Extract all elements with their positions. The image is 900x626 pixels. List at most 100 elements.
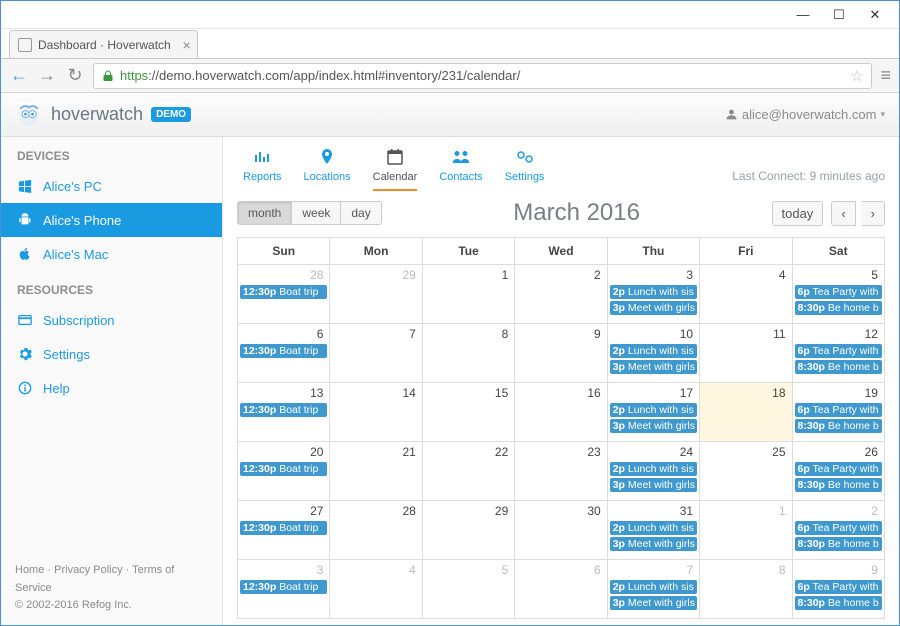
window-maximize[interactable]: ☐ [821, 4, 857, 26]
next-button[interactable]: › [862, 201, 885, 226]
calendar-event[interactable]: 12:30p Boat trip [240, 462, 327, 476]
sidebar-item-alices-pc[interactable]: Alice's PC [1, 169, 222, 203]
calendar-event[interactable]: 2p Lunch with sis [610, 521, 697, 535]
footer-link-home[interactable]: Home [15, 564, 44, 576]
calendar-cell[interactable]: 312p Lunch with sis3p Meet with girls [607, 501, 699, 560]
calendar-cell[interactable]: 9 [514, 324, 606, 383]
calendar-event[interactable]: 2p Lunch with sis [610, 344, 697, 358]
calendar-event[interactable]: 8:30p Be home b [795, 419, 882, 433]
calendar-cell[interactable]: 21 [329, 442, 421, 501]
calendar-cell[interactable]: 2812:30p Boat trip [238, 265, 329, 324]
calendar-cell[interactable]: 2 [514, 265, 606, 324]
calendar-cell[interactable]: 14 [329, 383, 421, 442]
calendar-event[interactable]: 2p Lunch with sis [610, 285, 697, 299]
calendar-cell[interactable]: 2012:30p Boat trip [238, 442, 329, 501]
calendar-cell[interactable]: 312:30p Boat trip [238, 560, 329, 619]
user-menu[interactable]: alice@hoverwatch.com ▾ [725, 107, 885, 122]
calendar-cell[interactable]: 72p Lunch with sis3p Meet with girls [607, 560, 699, 619]
calendar-cell[interactable]: 26p Tea Party with8:30p Be home b [792, 501, 884, 560]
calendar-cell[interactable]: 1 [422, 265, 514, 324]
view-day-button[interactable]: day [341, 201, 381, 225]
calendar-cell[interactable]: 28 [329, 501, 421, 560]
calendar-event[interactable]: 8:30p Be home b [795, 360, 882, 374]
calendar-event[interactable]: 2p Lunch with sis [610, 580, 697, 594]
calendar-cell[interactable]: 4 [329, 560, 421, 619]
calendar-cell[interactable]: 7 [329, 324, 421, 383]
sidebar-item-settings[interactable]: Settings [1, 337, 222, 371]
browser-tab[interactable]: Dashboard · Hoverwatch × [9, 30, 198, 58]
calendar-event[interactable]: 8:30p Be home b [795, 537, 882, 551]
footer-link-privacy[interactable]: Privacy Policy [54, 564, 122, 576]
browser-back-button[interactable]: ← [9, 65, 29, 86]
calendar-event[interactable]: 12:30p Boat trip [240, 344, 327, 358]
calendar-event[interactable]: 6p Tea Party with [795, 344, 882, 358]
calendar-cell[interactable]: 22 [422, 442, 514, 501]
calendar-event[interactable]: 12:30p Boat trip [240, 580, 327, 594]
browser-reload-button[interactable]: ↻ [65, 65, 85, 86]
calendar-event[interactable]: 8:30p Be home b [795, 301, 882, 315]
calendar-event[interactable]: 3p Meet with girls [610, 596, 697, 610]
calendar-cell[interactable]: 11 [699, 324, 791, 383]
view-week-button[interactable]: week [292, 201, 341, 225]
calendar-cell[interactable]: 15 [422, 383, 514, 442]
calendar-cell[interactable]: 32p Lunch with sis3p Meet with girls [607, 265, 699, 324]
prev-button[interactable]: ‹ [831, 201, 855, 226]
calendar-cell[interactable]: 23 [514, 442, 606, 501]
calendar-event[interactable]: 12:30p Boat trip [240, 403, 327, 417]
calendar-cell[interactable]: 96p Tea Party with8:30p Be home b [792, 560, 884, 619]
calendar-cell[interactable]: 126p Tea Party with8:30p Be home b [792, 324, 884, 383]
calendar-event[interactable]: 3p Meet with girls [610, 537, 697, 551]
sidebar-item-alices-phone[interactable]: Alice's Phone [1, 203, 222, 237]
calendar-event[interactable]: 2p Lunch with sis [610, 462, 697, 476]
address-bar[interactable]: https://demo.hoverwatch.com/app/index.ht… [93, 63, 872, 89]
calendar-cell[interactable]: 56p Tea Party with8:30p Be home b [792, 265, 884, 324]
calendar-event[interactable]: 8:30p Be home b [795, 478, 882, 492]
today-button[interactable]: today [772, 201, 824, 226]
calendar-event[interactable]: 3p Meet with girls [610, 478, 697, 492]
window-close[interactable]: ✕ [857, 4, 893, 26]
calendar-cell[interactable]: 16 [514, 383, 606, 442]
calendar-cell[interactable]: 196p Tea Party with8:30p Be home b [792, 383, 884, 442]
tab-settings[interactable]: Settings [505, 147, 545, 191]
calendar-cell[interactable]: 29 [329, 265, 421, 324]
calendar-cell[interactable]: 1312:30p Boat trip [238, 383, 329, 442]
calendar-event[interactable]: 6p Tea Party with [795, 521, 882, 535]
browser-menu-button[interactable]: ≡ [880, 65, 891, 86]
calendar-cell[interactable]: 5 [422, 560, 514, 619]
calendar-cell[interactable]: 172p Lunch with sis3p Meet with girls [607, 383, 699, 442]
calendar-cell[interactable]: 6 [514, 560, 606, 619]
calendar-event[interactable]: 6p Tea Party with [795, 403, 882, 417]
calendar-cell[interactable]: 4 [699, 265, 791, 324]
calendar-cell[interactable]: 8 [699, 560, 791, 619]
tab-contacts[interactable]: Contacts [439, 147, 482, 191]
calendar-event[interactable]: 8:30p Be home b [795, 596, 882, 610]
sidebar-item-alices-mac[interactable]: Alice's Mac [1, 237, 222, 271]
calendar-cell[interactable]: 266p Tea Party with8:30p Be home b [792, 442, 884, 501]
sidebar-item-subscription[interactable]: Subscription [1, 303, 222, 337]
calendar-cell[interactable]: 29 [422, 501, 514, 560]
calendar-event[interactable]: 3p Meet with girls [610, 301, 697, 315]
calendar-cell[interactable]: 18 [699, 383, 791, 442]
calendar-event[interactable]: 3p Meet with girls [610, 419, 697, 433]
calendar-event[interactable]: 12:30p Boat trip [240, 521, 327, 535]
bookmark-star-icon[interactable]: ☆ [850, 67, 863, 85]
calendar-cell[interactable]: 2712:30p Boat trip [238, 501, 329, 560]
calendar-cell[interactable]: 8 [422, 324, 514, 383]
tab-calendar[interactable]: Calendar [373, 147, 418, 191]
tab-close-icon[interactable]: × [183, 37, 191, 53]
sidebar-item-help[interactable]: Help [1, 371, 222, 405]
view-month-button[interactable]: month [237, 201, 292, 225]
calendar-event[interactable]: 2p Lunch with sis [610, 403, 697, 417]
calendar-event[interactable]: 6p Tea Party with [795, 462, 882, 476]
calendar-event[interactable]: 3p Meet with girls [610, 360, 697, 374]
calendar-event[interactable]: 6p Tea Party with [795, 580, 882, 594]
calendar-cell[interactable]: 102p Lunch with sis3p Meet with girls [607, 324, 699, 383]
calendar-cell[interactable]: 1 [699, 501, 791, 560]
window-minimize[interactable]: — [785, 4, 821, 26]
calendar-event[interactable]: 12:30p Boat trip [240, 285, 327, 299]
calendar-cell[interactable]: 612:30p Boat trip [238, 324, 329, 383]
calendar-cell[interactable]: 242p Lunch with sis3p Meet with girls [607, 442, 699, 501]
tab-reports[interactable]: Reports [243, 147, 282, 191]
calendar-cell[interactable]: 25 [699, 442, 791, 501]
browser-forward-button[interactable]: → [37, 65, 57, 86]
